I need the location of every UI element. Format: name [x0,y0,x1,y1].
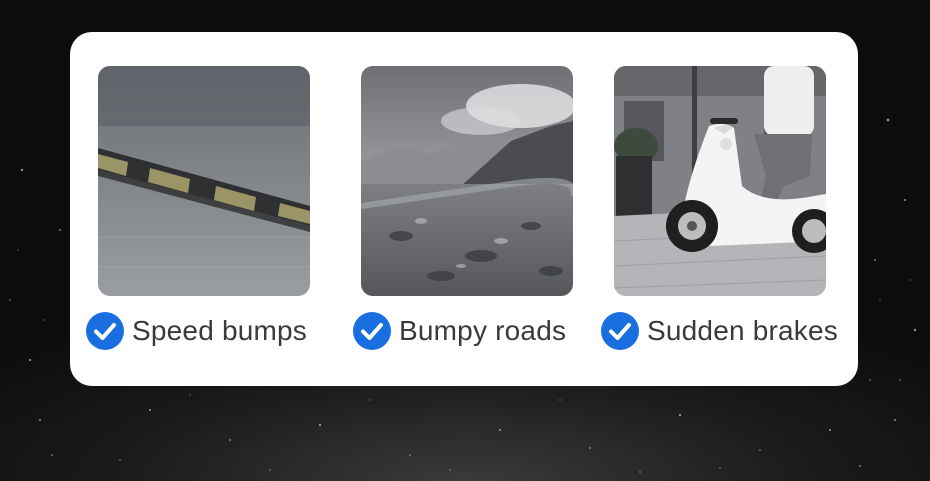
feature-item-sudden-brakes: Sudden brakes [601,66,838,350]
feature-item-speed-bumps: Speed bumps [86,66,310,350]
feature-label: Bumpy roads [399,315,567,346]
rocky-road-photo [361,66,573,296]
checkmark-icon [353,312,391,350]
checkmark-icon [601,312,639,350]
scooter-rider-photo [614,66,826,296]
feature-label: Sudden brakes [647,315,838,346]
checkmark-icon [86,312,124,350]
feature-caption: Sudden brakes [601,312,838,350]
feature-item-bumpy-roads: Bumpy roads [353,66,573,350]
feature-card: Speed bumps Bumpy roads Sudden brakes [70,32,858,386]
feature-caption: Bumpy roads [353,312,566,350]
feature-label: Speed bumps [132,315,307,346]
feature-caption: Speed bumps [86,312,307,350]
speed-bump-photo [98,66,310,296]
